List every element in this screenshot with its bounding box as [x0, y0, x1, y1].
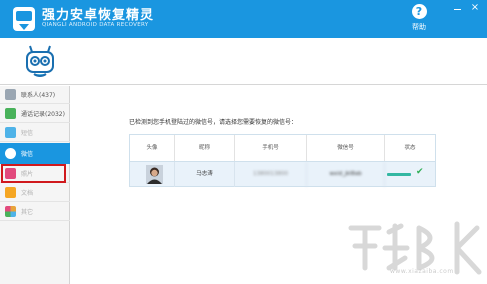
- sidebar-item-label: 短信: [21, 130, 34, 137]
- sidebar-item-contacts[interactable]: 联系人(437): [0, 86, 70, 104]
- column-header-avatar: 头像: [130, 135, 175, 161]
- minimize-button[interactable]: [453, 4, 463, 12]
- minimize-icon: [454, 9, 461, 10]
- sms-icon: [5, 127, 16, 138]
- sidebar-item-sms[interactable]: 短信: [0, 124, 70, 142]
- photos-highlight-box: [1, 164, 66, 183]
- robot-mascot-icon: [26, 45, 54, 77]
- title-bar: 强力安卓恢复精灵 QIANGLI ANDROID DATA RECOVERY ?…: [0, 0, 487, 38]
- contacts-icon: [5, 89, 16, 100]
- sidebar-item-call-log[interactable]: 通话记录(2032): [0, 105, 70, 123]
- phone-cell: 1380013800: [235, 162, 307, 187]
- sidebar-item-label: 文档: [21, 190, 34, 197]
- avatar-cell: [130, 162, 175, 187]
- watermark-url: www.xiazaiba.com: [390, 268, 454, 275]
- sidebar-item-label: 其它: [21, 209, 34, 216]
- sidebar-item-other[interactable]: 其它: [0, 203, 70, 221]
- wechat-id-cell: wxid_jkl8ab: [307, 162, 385, 187]
- sidebar-item-label: 微信: [21, 150, 34, 158]
- detected-accounts-prompt: 已检测到您手机登陆过的微信号，请选择您需要恢复的微信号：: [129, 119, 298, 126]
- column-header-status: 状态: [404, 145, 416, 151]
- app-subtitle: QIANGLI ANDROID DATA RECOVERY: [42, 22, 149, 28]
- help-icon: ?: [411, 4, 427, 19]
- column-header-phone: 手机号: [235, 135, 307, 161]
- apps-icon: [5, 206, 16, 217]
- help-label: 帮助: [412, 23, 426, 31]
- sidebar-item-label: 联系人(437): [21, 92, 56, 99]
- document-icon: [5, 187, 16, 198]
- sidebar-item-wechat[interactable]: 微信: [0, 143, 70, 164]
- check-icon: ✔: [416, 167, 424, 177]
- close-button[interactable]: ×: [469, 2, 481, 13]
- nickname-cell: 马志涛: [175, 162, 235, 187]
- avatar: [146, 165, 163, 184]
- table-row[interactable]: 马志涛 1380013800 wxid_jkl8ab ✔: [130, 161, 435, 187]
- sidebar-item-documents[interactable]: 文档: [0, 184, 70, 202]
- sidebar-item-label: 通话记录(2032): [21, 111, 65, 118]
- column-header-wechat-id: 微信号: [307, 135, 385, 161]
- column-header-nickname: 昵称: [175, 135, 235, 161]
- wechat-icon: [5, 147, 16, 159]
- app-logo-icon: [13, 7, 35, 31]
- table-header: 头像 昵称 手机号 微信号 状态: [130, 135, 435, 161]
- sidebar: 联系人(437) 通话记录(2032) 短信 微信 照片 文档 其它: [0, 86, 70, 284]
- help-button[interactable]: ? 帮助: [404, 4, 434, 36]
- header-band: [0, 38, 487, 85]
- wechat-accounts-table: 头像 昵称 手机号 微信号 状态 马志涛 1380013800 wxid_jkl…: [129, 134, 436, 187]
- app-title: 强力安卓恢复精灵: [42, 8, 155, 23]
- status-bar: [387, 173, 411, 176]
- phone-icon: [5, 108, 16, 119]
